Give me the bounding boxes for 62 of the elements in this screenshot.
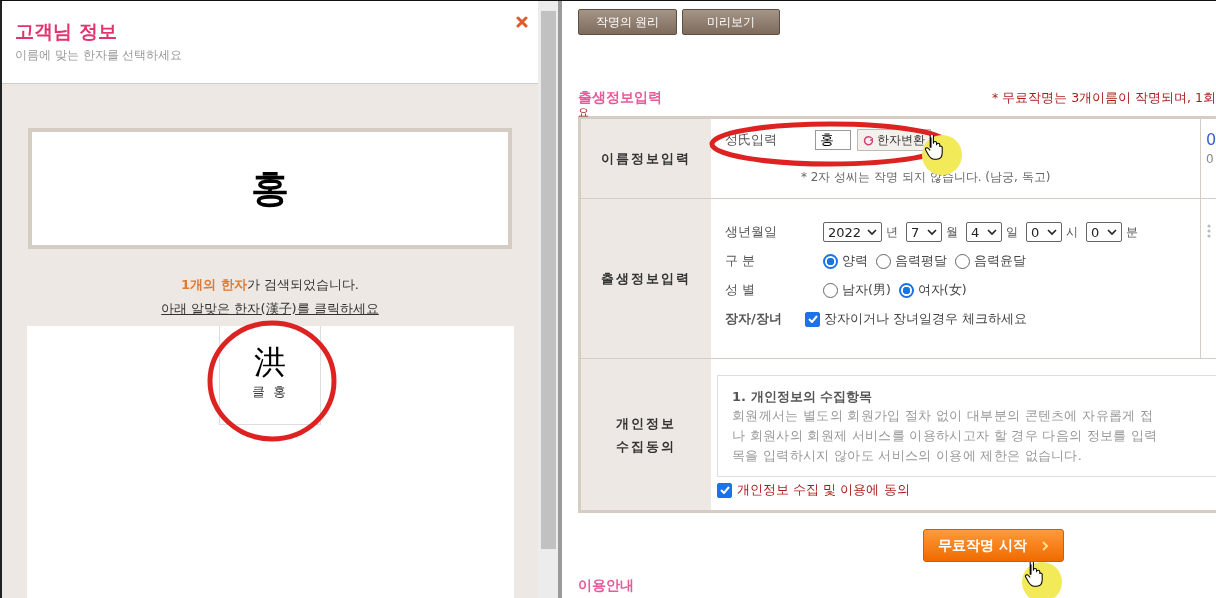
option-label[interactable]: 남자(男): [842, 281, 891, 299]
close-icon[interactable]: [516, 16, 528, 28]
partial-text: 0: [1206, 129, 1216, 151]
dots-icon: [1207, 224, 1211, 238]
result-text: 1개의 한자가 검색되었습니다.: [181, 276, 359, 294]
row-label: 이름정보입력: [581, 119, 711, 198]
caret-icon: [987, 228, 997, 236]
caret-icon: [1047, 228, 1057, 236]
scrollbar[interactable]: [538, 1, 562, 598]
option-label[interactable]: 음력윤달: [974, 252, 1026, 270]
row-label: 개인정보: [616, 414, 676, 433]
row-label: 수집동의: [616, 437, 676, 456]
surname-field[interactable]: 홍: [815, 130, 851, 150]
surname-text: 홍: [251, 165, 289, 212]
partial-text: 0: [1206, 151, 1215, 167]
select-dropdown[interactable]: 4: [966, 222, 1002, 242]
scrollbar-thumb[interactable]: [540, 11, 556, 549]
instruction-text: 아래 알맞은 한자(漢子)를 클릭하세요: [161, 300, 379, 318]
hanja-reading: 클 홍: [251, 383, 289, 401]
unit-text: 분: [1126, 223, 1138, 241]
checkbox-label[interactable]: 개인정보 수집 및 이용에 동의: [737, 481, 910, 499]
cursor-highlight-icon: [1022, 562, 1062, 598]
caret-icon: [927, 228, 937, 236]
notice-text: 요: [578, 107, 590, 116]
checkbox-label[interactable]: 장자이거나 장녀일경우 체크하세요: [824, 310, 1027, 328]
field-label: 성 별: [725, 281, 757, 299]
unit-text: 월: [946, 223, 958, 241]
unit-text: 년: [886, 223, 898, 241]
toolbar-button[interactable]: 작명의 원리: [578, 9, 677, 35]
chevron-icon: [1040, 540, 1049, 551]
option-label[interactable]: 여자(女): [917, 281, 967, 299]
field-label: 성氏입력: [725, 131, 778, 149]
hanja-character: 洪: [254, 344, 286, 380]
option-label[interactable]: 음력평달: [895, 252, 947, 270]
refresh-icon: [863, 134, 874, 146]
popup-subtitle: 이름에 맞는 한자를 선택하세요: [15, 47, 183, 64]
unit-text: 일: [1006, 223, 1018, 241]
terms-text: 회원께서는 별도의 회원가입 절차 없이 대부분의 콘텐츠에 자유롭게 접 나 회원사의 회원제 서비스를 이용하시고자 할 경우 다음의 정보를 입력 목을 입력하시지 않아도 서비스의 이용에 제한은 없습니다.: [732, 407, 1159, 465]
popup-title: 고객님 정보: [15, 19, 118, 43]
caret-icon: [867, 228, 877, 236]
field-label: 구 분: [725, 252, 757, 270]
hint-text: * 2자 성씨는 작명 되지 않습니다. (남궁, 독고): [801, 169, 1052, 186]
row-label: 출생정보입력: [581, 199, 711, 358]
checkbox[interactable]: [717, 482, 732, 498]
radio-button[interactable]: [898, 282, 914, 298]
unit-text: 시: [1066, 223, 1078, 241]
toolbar-button[interactable]: 미리보기: [682, 9, 780, 35]
select-dropdown[interactable]: 0: [1086, 222, 1122, 242]
select-dropdown[interactable]: 7: [906, 222, 942, 242]
field-label: 생년월일: [725, 223, 778, 241]
checkbox[interactable]: [805, 311, 820, 327]
section-title: 출생정보입력: [578, 89, 662, 107]
option-label[interactable]: 양력: [842, 252, 868, 270]
section-title: 이용안내: [578, 577, 635, 595]
notice-text: * 무료작명는 3개이름이 작명되며, 1회: [991, 90, 1216, 107]
radio-button[interactable]: [823, 253, 838, 269]
select-dropdown[interactable]: 2022: [823, 222, 882, 242]
hanja-card[interactable]: 洪 클 홍: [219, 326, 321, 425]
terms-heading: 1. 개인정보의 수집항목: [732, 388, 874, 406]
select-dropdown[interactable]: 0: [1026, 222, 1062, 242]
caret-icon: [1107, 228, 1117, 236]
field-label: 장자/장녀: [725, 310, 783, 328]
